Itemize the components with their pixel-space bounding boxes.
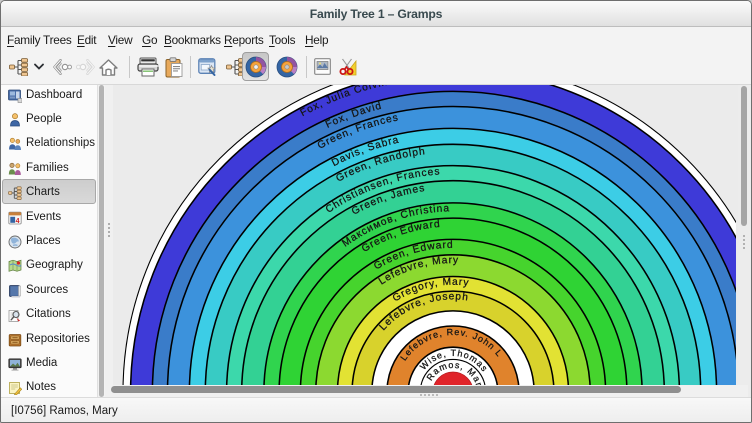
svg-text:4: 4 — [16, 217, 20, 224]
